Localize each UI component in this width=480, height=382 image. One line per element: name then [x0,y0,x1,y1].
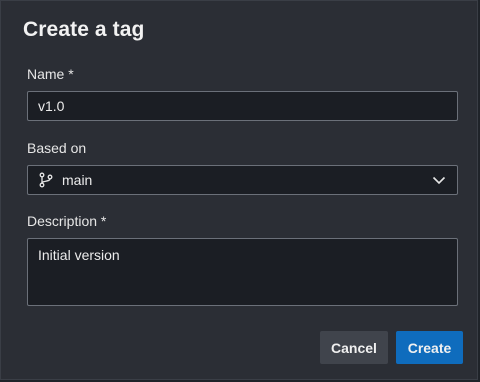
git-branch-icon [38,172,54,188]
chevron-down-icon[interactable] [431,172,447,188]
cancel-button[interactable]: Cancel [320,331,388,364]
name-label: Name * [27,66,74,82]
based-on-select[interactable]: main [27,165,458,195]
based-on-label: Based on [27,140,87,156]
name-input[interactable]: v1.0 [27,91,458,121]
create-button[interactable]: Create [396,331,463,364]
dialog-title: Create a tag [23,18,145,41]
description-label: Description * [27,213,107,229]
create-tag-dialog: Create a tag Name * v1.0 Based on main D… [0,0,478,380]
description-textarea[interactable]: Initial version [27,238,458,306]
based-on-value: main [62,172,93,188]
